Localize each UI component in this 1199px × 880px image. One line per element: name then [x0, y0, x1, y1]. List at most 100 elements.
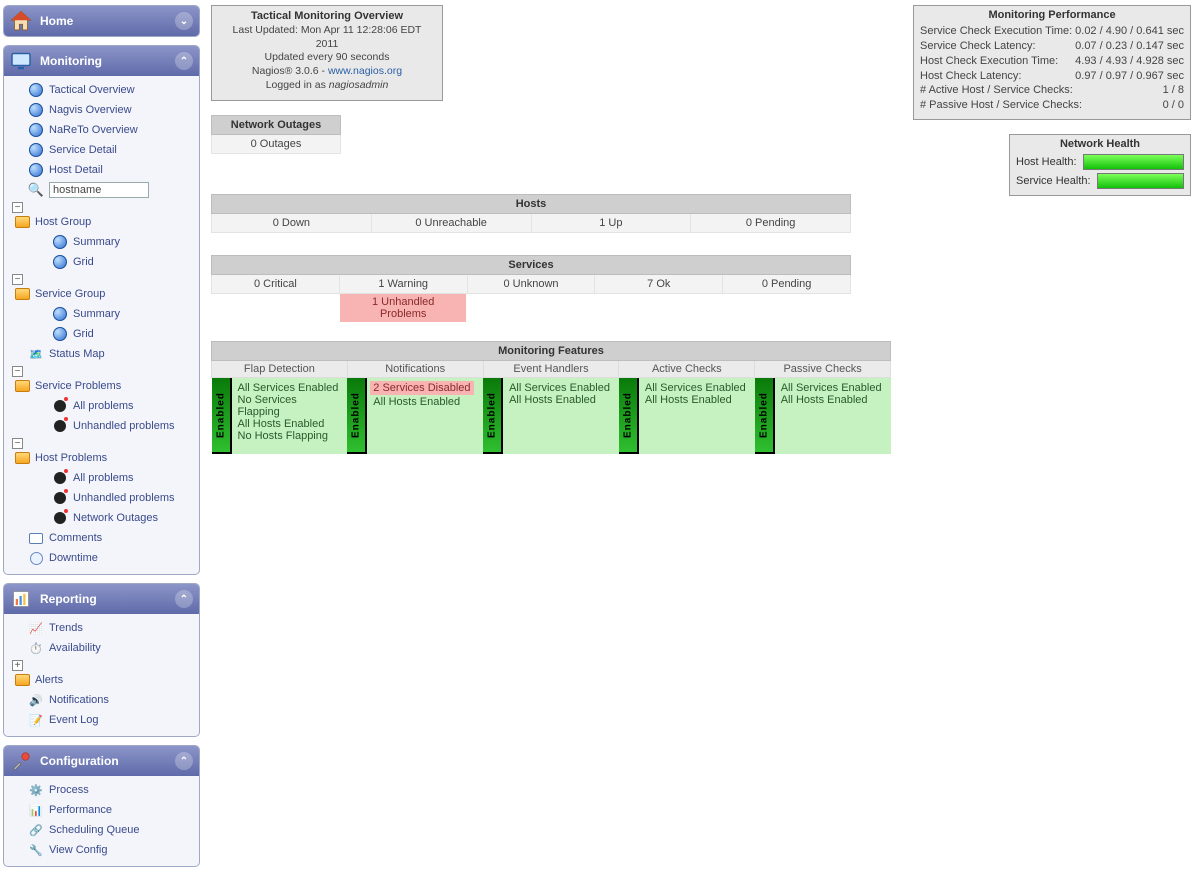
- services-pending[interactable]: 0 Pending: [723, 275, 851, 294]
- outages-value[interactable]: 0 Outages: [212, 135, 341, 154]
- folder-icon: [14, 286, 30, 302]
- panel-header-home[interactable]: Home ⌄: [4, 6, 199, 36]
- nav-performance[interactable]: 📊Performance: [26, 801, 197, 819]
- nav-availability[interactable]: ⏱️Availability: [26, 639, 197, 657]
- queue-icon: 🔗: [28, 822, 44, 838]
- service-health-bar[interactable]: [1097, 173, 1184, 189]
- nav-service-detail[interactable]: Service Detail: [26, 141, 197, 159]
- nav-view-config[interactable]: 🔧View Config: [26, 841, 197, 859]
- perf-row: Host Check Latency:0.97 / 0.97 / 0.967 s…: [920, 69, 1184, 84]
- hosts-down[interactable]: 0 Down: [212, 214, 372, 233]
- services-critical[interactable]: 0 Critical: [212, 275, 340, 294]
- panel-body-monitoring: Tactical Overview Nagvis Overview NaReTo…: [4, 76, 199, 574]
- expander-servicegroup[interactable]: −: [12, 274, 23, 285]
- expander-alerts[interactable]: +: [12, 660, 23, 671]
- nav-hp-network-outages[interactable]: Network Outages: [50, 509, 197, 527]
- expander-service-problems[interactable]: −: [12, 366, 23, 377]
- speaker-icon: 🔊: [28, 692, 44, 708]
- nav-scheduling-queue[interactable]: 🔗Scheduling Queue: [26, 821, 197, 839]
- hosts-unreachable[interactable]: 0 Unreachable: [371, 214, 531, 233]
- report-icon: [8, 586, 34, 612]
- wrench-icon: 🔧: [28, 842, 44, 858]
- bomb-icon: [52, 510, 68, 526]
- feature-notifications[interactable]: Enabled 2 Services Disabled All Hosts En…: [347, 378, 483, 454]
- panel-header-monitoring[interactable]: Monitoring ⌃: [4, 46, 199, 76]
- panel-body-reporting: 📈Trends ⏱️Availability +Alerts 🔊Notifica…: [4, 614, 199, 736]
- nav-hp-unhandled[interactable]: Unhandled problems: [50, 489, 197, 507]
- table-network-outages: Network Outages 0 Outages: [211, 115, 341, 154]
- panel-title: Configuration: [40, 754, 119, 768]
- nav-servicegroup-summary[interactable]: Summary: [50, 305, 197, 323]
- notif-disabled[interactable]: 2 Services Disabled: [370, 381, 473, 395]
- services-ok[interactable]: 7 Ok: [595, 275, 723, 294]
- nav-host-search[interactable]: 🔍: [26, 181, 197, 199]
- nav-hostgroup-summary[interactable]: Summary: [50, 233, 197, 251]
- nav-report-notifications[interactable]: 🔊Notifications: [26, 691, 197, 709]
- enabled-stripe: Enabled: [755, 378, 775, 454]
- globe-icon: [52, 326, 68, 342]
- expander-hostgroup[interactable]: −: [12, 202, 23, 213]
- health-title: Network Health: [1016, 138, 1184, 150]
- panel-header-configuration[interactable]: Configuration ⌃: [4, 746, 199, 776]
- nav-nareto-overview[interactable]: NaReTo Overview: [26, 121, 197, 139]
- perf-key: Service Check Latency:: [920, 39, 1075, 54]
- nav-nagvis-overview[interactable]: Nagvis Overview: [26, 101, 197, 119]
- nav-service-problems[interactable]: Service Problems: [12, 377, 197, 395]
- nav-host-group[interactable]: Host Group: [12, 213, 197, 231]
- feature-notif-body: 2 Services Disabled All Hosts Enabled: [367, 378, 483, 454]
- perf-val: 0 / 0: [1163, 98, 1184, 113]
- monitoring-performance-box: Monitoring Performance Service Check Exe…: [913, 5, 1191, 120]
- nav-process[interactable]: ⚙️Process: [26, 781, 197, 799]
- panel-monitoring: Monitoring ⌃ Tactical Overview Nagvis Ov…: [3, 45, 200, 575]
- services-unhandled-badge[interactable]: 1 Unhandled Problems: [340, 294, 466, 322]
- nav-sp-all[interactable]: All problems: [50, 397, 197, 415]
- nav-host-detail[interactable]: Host Detail: [26, 161, 197, 179]
- services-unknown[interactable]: 0 Unknown: [467, 275, 595, 294]
- bomb-icon: [52, 470, 68, 486]
- chevron-up-icon: ⌃: [175, 752, 193, 770]
- folder-icon: [14, 672, 30, 688]
- service-health-row: Service Health:: [1016, 173, 1184, 189]
- globe-icon: [28, 162, 44, 178]
- enabled-stripe: Enabled: [347, 378, 367, 454]
- services-warning[interactable]: 1 Warning: [339, 275, 467, 294]
- chevron-down-icon: ⌄: [175, 12, 193, 30]
- nav-event-log[interactable]: 📝Event Log: [26, 711, 197, 729]
- expander-host-problems[interactable]: −: [12, 438, 23, 449]
- nav-alerts[interactable]: Alerts: [12, 671, 197, 689]
- host-health-bar[interactable]: [1083, 154, 1184, 170]
- nav-comments[interactable]: Comments: [26, 529, 197, 547]
- hosts-up[interactable]: 1 Up: [531, 214, 691, 233]
- panel-header-reporting[interactable]: Reporting ⌃: [4, 584, 199, 614]
- nav-tactical-overview[interactable]: Tactical Overview: [26, 81, 197, 99]
- hosts-pending[interactable]: 0 Pending: [691, 214, 851, 233]
- services-header: Services: [212, 256, 851, 275]
- table-hosts: Hosts 0 Down 0 Unreachable 1 Up 0 Pendin…: [211, 194, 851, 233]
- nav-status-map[interactable]: 🗺️Status Map: [26, 345, 197, 363]
- panel-reporting: Reporting ⌃ 📈Trends ⏱️Availability +Aler…: [3, 583, 200, 737]
- nagios-link[interactable]: www.nagios.org: [328, 65, 402, 77]
- overview-nagios: Nagios® 3.0.6 - www.nagios.org: [220, 65, 434, 79]
- nav-trends[interactable]: 📈Trends: [26, 619, 197, 637]
- feature-passive-checks[interactable]: Enabled All Services Enabled All Hosts E…: [755, 378, 891, 454]
- panel-title: Monitoring: [40, 54, 102, 68]
- nav-service-group[interactable]: Service Group: [12, 285, 197, 303]
- nav-downtime[interactable]: Downtime: [26, 549, 197, 567]
- globe-icon: [28, 82, 44, 98]
- hostname-input[interactable]: [49, 182, 149, 198]
- col-event-label: Event Handlers: [483, 361, 619, 378]
- nav-hp-all[interactable]: All problems: [50, 469, 197, 487]
- perf-val: 0.97 / 0.97 / 0.967 sec: [1075, 69, 1184, 84]
- col-passive-label: Passive Checks: [755, 361, 891, 378]
- perf-row: Service Check Execution Time:0.02 / 4.90…: [920, 24, 1184, 39]
- col-notif-label: Notifications: [347, 361, 483, 378]
- feature-event-handlers[interactable]: Enabled All Services Enabled All Hosts E…: [483, 378, 619, 454]
- feature-active-checks[interactable]: Enabled All Services Enabled All Hosts E…: [619, 378, 755, 454]
- nav-sp-unhandled[interactable]: Unhandled problems: [50, 417, 197, 435]
- nav-hostgroup-grid[interactable]: Grid: [50, 253, 197, 271]
- nav-servicegroup-grid[interactable]: Grid: [50, 325, 197, 343]
- nav-host-problems[interactable]: Host Problems: [12, 449, 197, 467]
- overview-title: Tactical Monitoring Overview: [220, 10, 434, 22]
- panel-configuration: Configuration ⌃ ⚙️Process 📊Performance 🔗…: [3, 745, 200, 867]
- feature-flap[interactable]: Enabled All Services Enabled No Services…: [212, 378, 348, 454]
